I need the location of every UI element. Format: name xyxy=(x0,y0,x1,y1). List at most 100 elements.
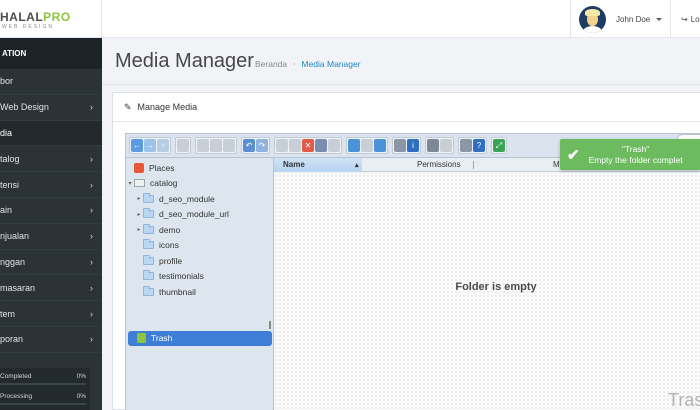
tree-folder[interactable]: ▸ d_seo_module_url xyxy=(126,207,274,223)
user-menu[interactable]: John Doe xyxy=(570,0,670,38)
sidebar-item-label: ain xyxy=(0,205,13,216)
sidebar-item[interactable]: dia xyxy=(0,120,102,147)
expand-arrow-icon[interactable]: ▾ xyxy=(126,180,134,187)
folder-icon xyxy=(143,239,154,250)
tree-root-catalog[interactable]: ▾ catalog xyxy=(126,176,274,192)
file-list-area[interactable]: Name▴ Permissions Modifie Folder is empt… xyxy=(274,158,700,410)
back-icon[interactable]: ← xyxy=(131,139,143,152)
fullscreen-icon[interactable]: ⤢ xyxy=(493,139,505,152)
toast-message: Empty the folder complet xyxy=(588,154,683,165)
page-title: Media Manager xyxy=(115,50,254,72)
breadcrumb: Beranda › Media Manager xyxy=(255,59,361,69)
tree-folder-label: testimonials xyxy=(159,271,204,282)
chevron-down-icon xyxy=(656,17,663,21)
chevron-right-icon: › xyxy=(90,179,93,190)
logo-tagline: WEB DESIGN xyxy=(2,24,54,30)
undo-icon[interactable]: ↶ xyxy=(243,139,255,152)
tree-places[interactable]: Places xyxy=(126,160,274,176)
pencil-icon: ✎ xyxy=(124,101,132,112)
preview-icon[interactable] xyxy=(394,139,406,152)
chevron-right-icon: › xyxy=(90,256,93,267)
trash-icon[interactable] xyxy=(315,139,327,152)
logout-button[interactable]: ↪ Lo xyxy=(670,0,700,38)
sort-asc-icon: ▴ xyxy=(355,162,359,169)
column-name[interactable]: Name ▴ xyxy=(274,158,362,172)
places-icon xyxy=(134,162,144,173)
sidebar-item[interactable]: nggan › xyxy=(0,250,102,276)
tree-folder-label: demo xyxy=(159,224,181,235)
chevron-right-icon: › xyxy=(90,282,93,293)
sidebar-item-label: nggan xyxy=(0,256,26,267)
save-icon[interactable] xyxy=(210,139,222,152)
expand-arrow-icon[interactable]: ▸ xyxy=(135,226,143,233)
tree-folder-label: d_seo_module_url xyxy=(159,209,229,220)
folder-icon xyxy=(143,208,154,219)
icons-view-icon[interactable] xyxy=(427,139,439,152)
tree-scrollbar[interactable] xyxy=(269,321,271,329)
rename-icon[interactable] xyxy=(328,139,340,152)
notification-toast[interactable]: ✔ "Trash" Empty the folder complet xyxy=(560,139,700,170)
chevron-right-icon: › xyxy=(90,153,93,164)
tree-folder[interactable]: profile xyxy=(126,253,274,269)
list-view-icon[interactable] xyxy=(361,139,373,152)
download-icon[interactable] xyxy=(223,139,235,152)
sidebar-item-label: talog xyxy=(0,153,20,164)
folder-icon xyxy=(143,254,154,265)
top-bar: HALALPRO WEB DESIGN John Doe ↪ Lo xyxy=(0,0,700,38)
tree-folder[interactable]: testimonials xyxy=(126,269,274,285)
column-permissions[interactable]: Permissions xyxy=(417,158,461,172)
breadcrumb-separator: › xyxy=(293,60,296,68)
sidebar-item[interactable]: ain › xyxy=(0,198,102,224)
breadcrumb-current[interactable]: Media Manager xyxy=(301,59,360,69)
tree-folder[interactable]: icons xyxy=(126,238,274,254)
sidebar-item-label: dia xyxy=(0,127,13,138)
copy-icon[interactable] xyxy=(276,139,288,152)
stat-completed: Completed 0% xyxy=(0,373,86,380)
tree-folder[interactable]: ▸ demo xyxy=(126,222,274,238)
logout-icon: ↪ xyxy=(681,14,688,24)
sidebar-item-label: Web Design xyxy=(0,102,49,113)
settings-icon[interactable] xyxy=(460,139,472,152)
sidebar-item[interactable]: masaran › xyxy=(0,275,102,302)
sort-icon[interactable] xyxy=(440,139,452,152)
open-icon[interactable] xyxy=(197,139,209,152)
resize-icon[interactable] xyxy=(374,139,386,152)
expand-arrow-icon[interactable]: ▸ xyxy=(135,211,143,218)
redo-icon[interactable]: ↷ xyxy=(256,139,268,152)
sidebar-item[interactable]: poran › xyxy=(0,327,102,353)
folder-watermark: Tras xyxy=(668,390,700,410)
forward-icon[interactable]: → xyxy=(144,139,156,152)
page-header: Media Manager Beranda › Media Manager xyxy=(102,38,700,85)
tree-folder[interactable]: ▸ d_seo_module xyxy=(126,191,274,207)
sidebar-item[interactable]: bor xyxy=(0,69,102,95)
drive-icon xyxy=(134,179,145,188)
info-icon[interactable]: i xyxy=(407,139,419,152)
grid-view-icon[interactable] xyxy=(348,139,360,152)
expand-arrow-icon[interactable]: ▸ xyxy=(135,195,143,202)
logo: HALALPRO xyxy=(0,10,71,24)
help-icon[interactable]: ? xyxy=(473,139,485,152)
folder-icon xyxy=(143,285,154,296)
cut-icon[interactable] xyxy=(289,139,301,152)
stat-completed-bar xyxy=(0,383,86,385)
sidebar-item[interactable]: Web Design › xyxy=(0,95,102,121)
home-icon[interactable] xyxy=(177,139,189,152)
sidebar-item[interactable]: tensi › xyxy=(0,172,102,198)
sidebar-item[interactable]: njualan › xyxy=(0,224,102,250)
sidebar-item[interactable]: talog › xyxy=(0,146,102,173)
sidebar-menu: bor Web Design › dia talog › tensi › ain › njualan… xyxy=(0,69,102,353)
folder-icon xyxy=(143,270,154,281)
avatar xyxy=(579,5,606,33)
stat-processing-bar xyxy=(0,403,86,405)
tree-folder-label: profile xyxy=(159,255,183,266)
folder-icon xyxy=(143,192,154,203)
check-icon: ✔ xyxy=(567,146,580,164)
breadcrumb-home[interactable]: Beranda xyxy=(255,59,287,69)
logo-area[interactable]: HALALPRO WEB DESIGN xyxy=(0,0,102,38)
chevron-right-icon: › xyxy=(90,308,93,319)
sidebar-item[interactable]: tem › xyxy=(0,301,102,327)
tree-folder[interactable]: thumbnail xyxy=(126,284,274,300)
tree-trash[interactable]: Trash xyxy=(128,330,272,346)
up-icon[interactable]: ↑ xyxy=(157,139,169,152)
delete-icon[interactable]: ✕ xyxy=(302,139,314,152)
